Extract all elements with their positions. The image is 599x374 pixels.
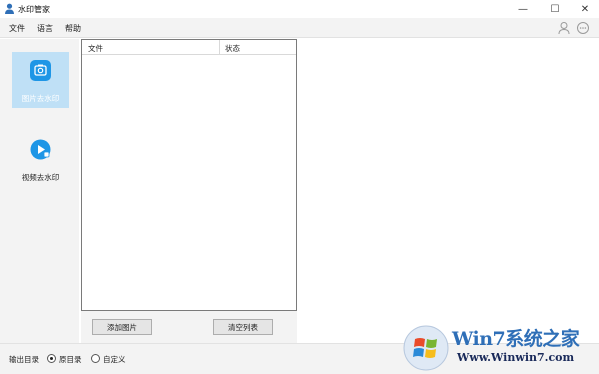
file-list[interactable]: 文件 状态 xyxy=(81,39,297,311)
sidebar-item-image-watermark[interactable]: 图片去水印 xyxy=(12,52,69,108)
list-header: 文件 状态 xyxy=(82,40,296,55)
add-image-button[interactable]: 添加图片 xyxy=(92,319,152,335)
column-header-status[interactable]: 状态 xyxy=(225,43,240,54)
menu-help[interactable]: 帮助 xyxy=(65,23,81,34)
output-directory-label: 输出目录 xyxy=(9,355,39,364)
sidebar-item-video-watermark[interactable]: 视频去水印 xyxy=(12,131,69,187)
maximize-button[interactable]: ☐ xyxy=(540,0,570,18)
sidebar-item-label: 视频去水印 xyxy=(21,173,60,182)
column-divider[interactable] xyxy=(219,40,220,55)
image-icon xyxy=(30,60,51,81)
user-icon[interactable] xyxy=(557,21,571,35)
menu-file[interactable]: 文件 xyxy=(9,23,25,34)
windows-logo-icon xyxy=(403,325,449,371)
minimize-button[interactable]: — xyxy=(508,0,538,18)
menu-bar: 文件 语言 帮助 xyxy=(0,18,599,38)
radio-original-label[interactable]: 原目录 xyxy=(59,354,82,365)
watermark-url: Www.Winwin7.com xyxy=(457,351,575,364)
menu-language[interactable]: 语言 xyxy=(37,23,53,34)
app-logo-icon xyxy=(5,3,14,14)
title-bar: 水印管家 — ☐ ✕ xyxy=(0,0,599,18)
radio-custom-directory[interactable] xyxy=(91,354,100,363)
video-play-icon xyxy=(30,139,51,160)
radio-custom-label[interactable]: 自定义 xyxy=(103,354,126,365)
watermark-brand: Win7系统之家 xyxy=(452,328,580,350)
clear-list-button[interactable]: 清空列表 xyxy=(213,319,273,335)
sidebar-item-label: 图片去水印 xyxy=(21,94,60,103)
chat-icon[interactable] xyxy=(576,21,590,35)
site-watermark: Win7系统之家 Www.Winwin7.com xyxy=(402,322,599,374)
column-header-file[interactable]: 文件 xyxy=(88,43,103,54)
action-bar: 添加图片 清空列表 xyxy=(81,311,297,343)
sidebar: 图片去水印 视频去水印 xyxy=(0,39,79,343)
window-title: 水印管家 xyxy=(18,5,50,14)
radio-original-directory[interactable] xyxy=(47,354,56,363)
close-button[interactable]: ✕ xyxy=(570,0,599,18)
